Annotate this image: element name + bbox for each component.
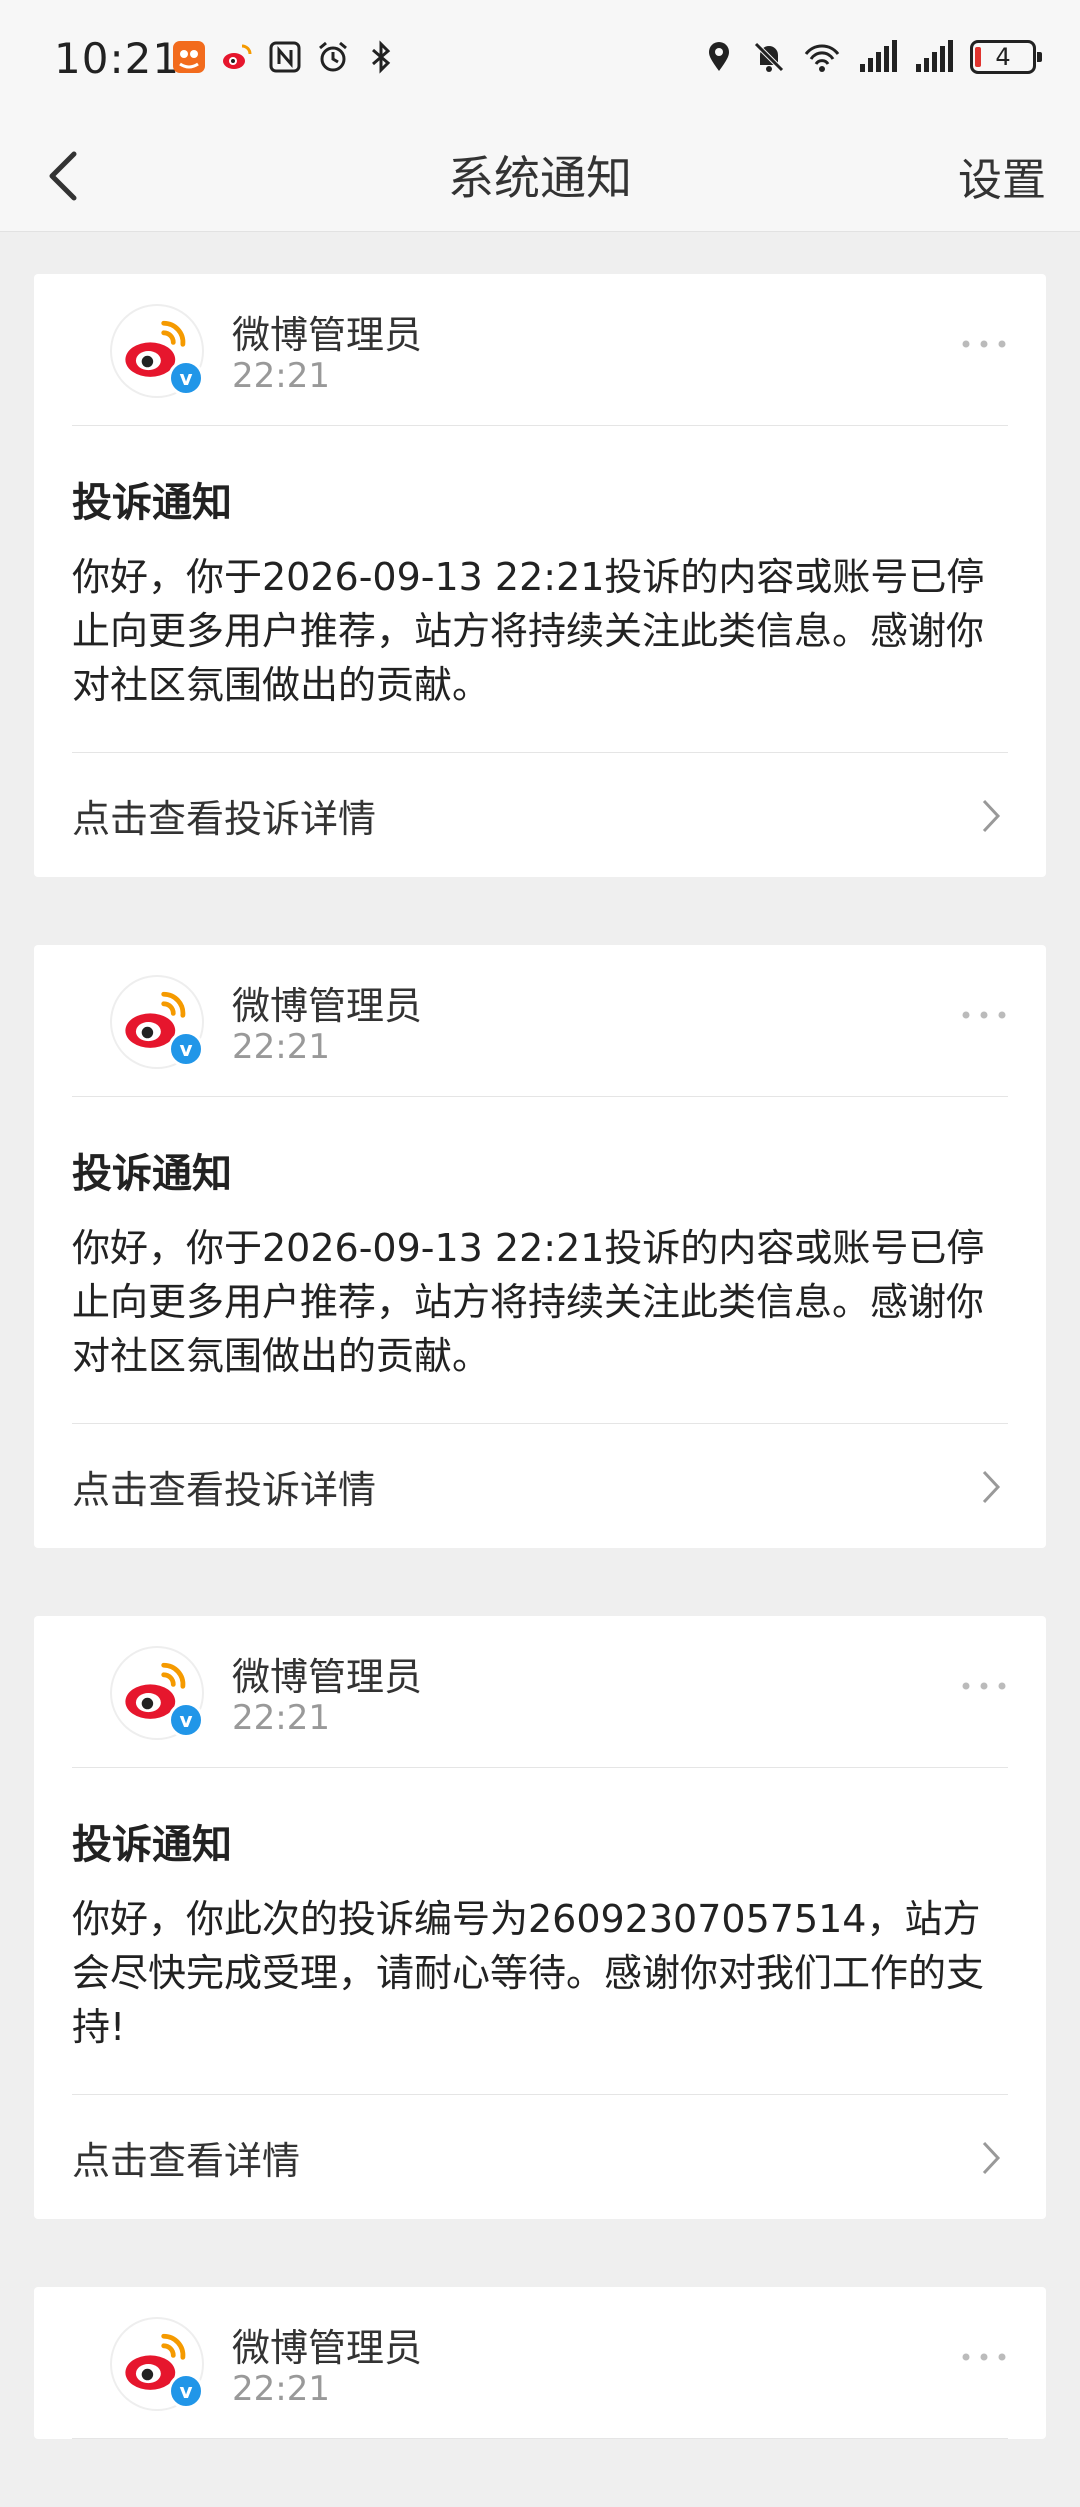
more-icon[interactable] <box>960 1005 1008 1025</box>
view-details-link[interactable]: 点击查看投诉详情 <box>72 1424 1008 1548</box>
notification-card: v 微博管理员 22:21 投诉通知 你好，你此次的投诉编号为260923070… <box>34 1616 1046 2219</box>
link-label: 点击查看投诉详情 <box>72 796 377 841</box>
nfc-icon <box>269 41 301 73</box>
card-body: 投诉通知 你好，你于2026-09-13 22:21投诉的内容或账号已停止向更多… <box>72 426 1008 753</box>
link-label: 点击查看投诉详情 <box>72 1467 377 1512</box>
more-icon[interactable] <box>960 334 1008 354</box>
more-icon[interactable] <box>960 1676 1008 1696</box>
status-left-icons <box>172 40 398 74</box>
notification-list: v 微博管理员 22:21 投诉通知 你好，你于2026-09-13 22:21… <box>34 274 1046 2507</box>
notification-card: v 微博管理员 22:21 投诉通知 你好，你于2026-09-13 22:21… <box>34 274 1046 877</box>
view-details-link[interactable]: 点击查看投诉详情 <box>72 753 1008 877</box>
weibo-icon <box>223 44 252 69</box>
status-right-icons: 4 <box>702 40 1042 74</box>
link-label: 点击查看详情 <box>72 2138 301 2183</box>
sender-name[interactable]: 微博管理员 <box>232 975 422 1030</box>
verified-badge-icon: v <box>168 360 204 396</box>
chevron-right-icon <box>982 799 1001 833</box>
clock: 10:21 <box>54 34 181 83</box>
notification-text: 你好，你此次的投诉编号为26092307057514，站方会尽快完成受理，请耐心… <box>72 1897 985 2049</box>
card-header: v 微博管理员 22:21 <box>72 1616 1008 1768</box>
card-header: v 微博管理员 22:21 <box>72 2287 1008 2439</box>
verified-badge-icon: v <box>168 1702 204 1738</box>
battery-icon: 4 <box>970 40 1042 74</box>
notification-text: 你好，你于2026-09-13 22:21投诉的内容或账号已停止向更多用户推荐，… <box>72 555 985 707</box>
location-icon <box>709 42 729 71</box>
notification-title: 投诉通知 <box>72 1822 232 1868</box>
taobao-icon <box>173 41 205 73</box>
notification-title: 投诉通知 <box>72 1151 232 1197</box>
card-header: v 微博管理员 22:21 <box>72 274 1008 426</box>
wifi-icon <box>804 44 840 72</box>
battery-level: 4 <box>995 43 1011 71</box>
mute-icon <box>754 42 784 72</box>
signal-icon <box>860 40 897 72</box>
chevron-right-icon <box>982 2141 1001 2175</box>
signal-icon <box>916 40 953 72</box>
verified-badge-icon: v <box>168 2373 204 2409</box>
status-bar: 10:21 4 <box>0 0 1080 120</box>
bluetooth-icon <box>372 40 391 74</box>
notification-card: v 微博管理员 22:21 投诉通知 你好，你于2026-09-13 22:21… <box>34 945 1046 1548</box>
sender-name[interactable]: 微博管理员 <box>232 2317 422 2372</box>
more-icon[interactable] <box>960 2347 1008 2367</box>
settings-button[interactable]: 设置 <box>958 144 1046 208</box>
notification-title: 投诉通知 <box>72 480 232 526</box>
nav-bar: 系统通知 设置 <box>0 120 1080 232</box>
view-details-link[interactable]: 点击查看详情 <box>72 2095 1008 2219</box>
sender-name[interactable]: 微博管理员 <box>232 1646 422 1701</box>
verified-badge-icon: v <box>168 1031 204 1067</box>
notification-text: 你好，你于2026-09-13 22:21投诉的内容或账号已停止向更多用户推荐，… <box>72 1226 985 1378</box>
timestamp: 22:21 <box>232 356 330 396</box>
sender-name[interactable]: 微博管理员 <box>232 304 422 359</box>
notification-card: v 微博管理员 22:21 <box>34 2287 1046 2439</box>
card-header: v 微博管理员 22:21 <box>72 945 1008 1097</box>
timestamp: 22:21 <box>232 2369 330 2409</box>
card-body: 投诉通知 你好，你此次的投诉编号为26092307057514，站方会尽快完成受… <box>72 1768 1008 2095</box>
alarm-icon <box>319 41 347 72</box>
page-title: 系统通知 <box>448 151 632 205</box>
card-body: 投诉通知 你好，你于2026-09-13 22:21投诉的内容或账号已停止向更多… <box>72 1097 1008 1424</box>
timestamp: 22:21 <box>232 1698 330 1738</box>
timestamp: 22:21 <box>232 1027 330 1067</box>
chevron-right-icon <box>982 1470 1001 1504</box>
